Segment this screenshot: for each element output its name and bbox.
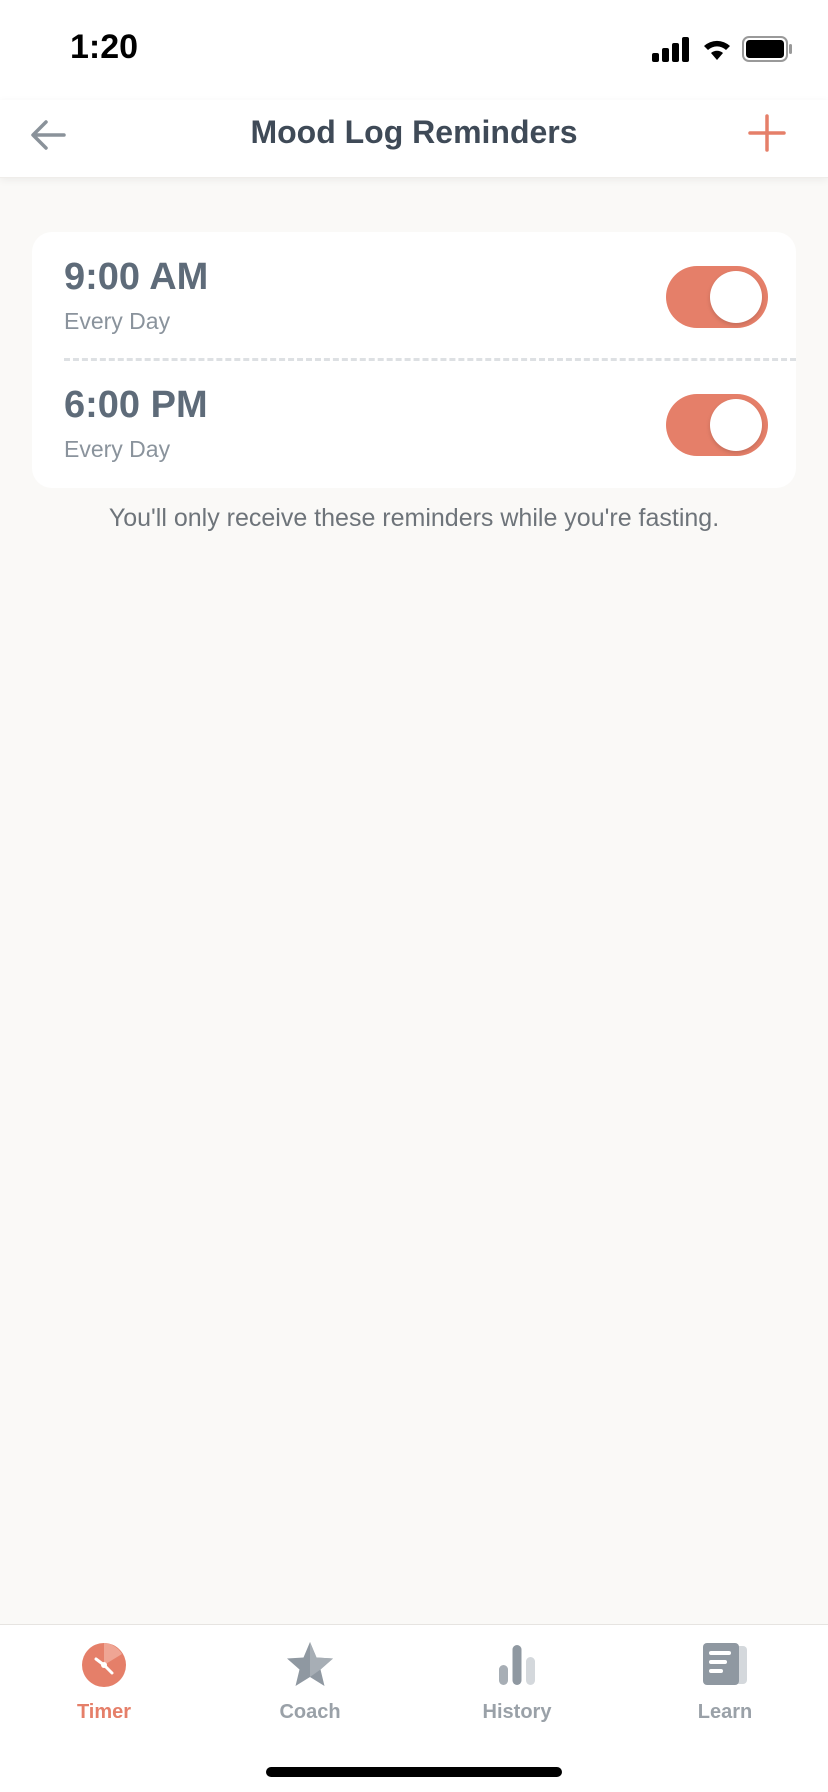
reminder-repeat: Every Day <box>64 308 171 334</box>
screen: 1:20 Mood Log Reminders 9:00 AM Every Da… <box>0 0 828 1792</box>
tab-learn[interactable]: Learn <box>655 1639 795 1739</box>
tab-label: Timer <box>76 1701 132 1723</box>
reminder-time: 6:00 PM <box>64 384 208 426</box>
page-title: Mood Log Reminders <box>250 114 578 150</box>
reminder-repeat: Every Day <box>64 436 171 462</box>
tab-label: Coach <box>279 1701 341 1723</box>
fasting-note: You'll only receive these reminders whil… <box>108 504 720 532</box>
bar-chart-icon <box>499 1645 535 1685</box>
status-bar: 1:20 <box>0 0 828 100</box>
reminder-toggle[interactable] <box>666 266 768 328</box>
reminder-row[interactable]: 6:00 PM Every Day <box>32 360 796 488</box>
wifi-icon <box>704 40 730 60</box>
article-icon <box>703 1643 747 1685</box>
tab-timer[interactable]: Timer <box>34 1639 174 1739</box>
home-indicator <box>266 1767 562 1777</box>
cellular-signal-icon <box>652 36 692 62</box>
tab-history[interactable]: History <box>447 1639 587 1739</box>
reminder-toggle[interactable] <box>666 394 768 456</box>
timer-icon <box>82 1643 126 1687</box>
add-reminder-plus-icon[interactable] <box>742 108 792 158</box>
nav-header: Mood Log Reminders <box>0 100 828 178</box>
reminder-row[interactable]: 9:00 AM Every Day <box>32 232 796 360</box>
star-icon <box>287 1642 333 1686</box>
tab-label: Learn <box>697 1701 753 1723</box>
tab-coach[interactable]: Coach <box>240 1639 380 1739</box>
battery-icon <box>742 36 792 62</box>
toggle-knob <box>710 399 762 451</box>
toggle-knob <box>710 271 762 323</box>
reminder-time: 9:00 AM <box>64 256 209 298</box>
status-time: 1:20 <box>70 28 139 66</box>
tab-label: History <box>482 1701 552 1723</box>
reminders-card: 9:00 AM Every Day 6:00 PM Every Day <box>32 232 796 488</box>
